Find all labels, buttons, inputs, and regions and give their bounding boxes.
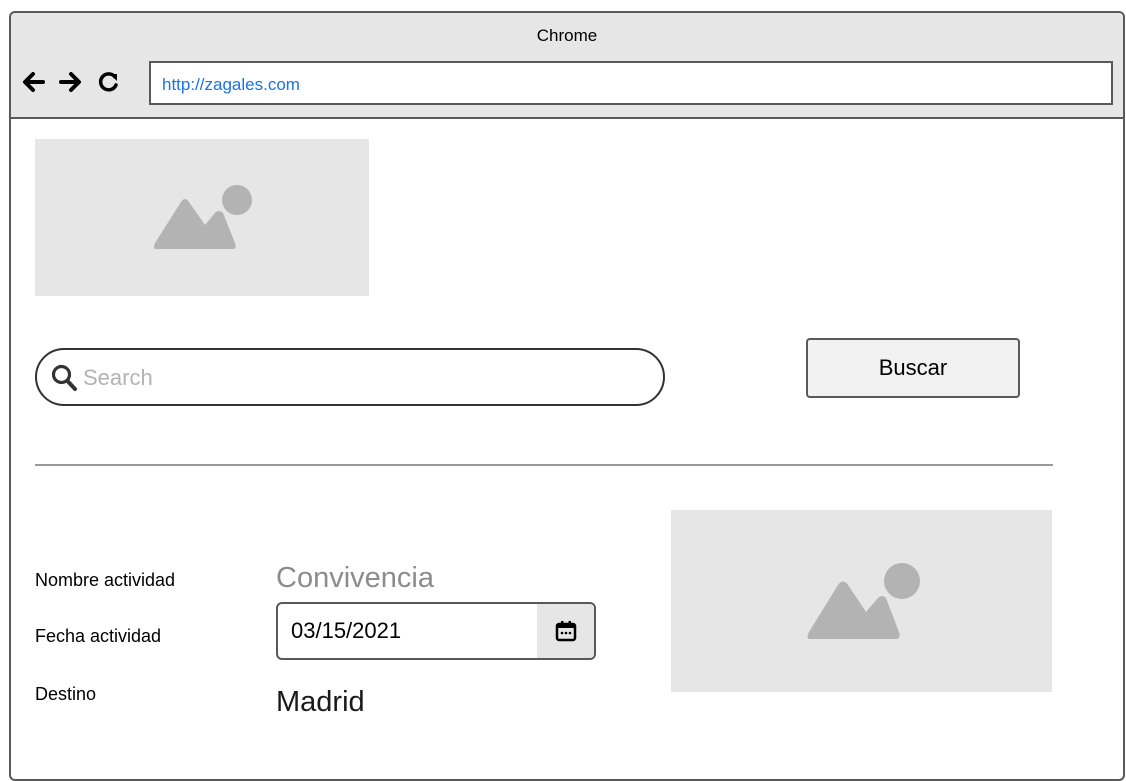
divider (35, 464, 1053, 466)
date-field[interactable]: 03/15/2021 (276, 602, 596, 660)
search-input[interactable] (81, 358, 645, 398)
forward-arrow-icon[interactable] (57, 68, 85, 96)
calendar-icon (555, 621, 576, 642)
search-icon (51, 364, 77, 391)
calendar-button[interactable] (537, 604, 594, 658)
browser-titlebar: Chrome http://zagales.com (11, 13, 1123, 119)
reload-icon[interactable] (95, 68, 123, 96)
search-box[interactable] (35, 348, 665, 406)
destino-value: Madrid (276, 686, 365, 718)
address-bar[interactable]: http://zagales.com (149, 61, 1113, 105)
activity-image-placeholder (671, 510, 1052, 692)
nombre-actividad-value: Convivencia (276, 562, 434, 594)
fecha-actividad-label: Fecha actividad (35, 626, 162, 646)
image-icon (807, 563, 920, 639)
url-text: http://zagales.com (162, 75, 300, 94)
window-title: Chrome (536, 26, 598, 45)
date-value: 03/15/2021 (291, 618, 402, 643)
image-icon (154, 185, 252, 249)
logo-image-placeholder (35, 139, 369, 296)
buscar-button[interactable]: Buscar (806, 338, 1020, 398)
back-arrow-icon[interactable] (19, 68, 47, 96)
nombre-actividad-label: Nombre actividad (35, 570, 176, 590)
destino-label: Destino (35, 684, 97, 704)
